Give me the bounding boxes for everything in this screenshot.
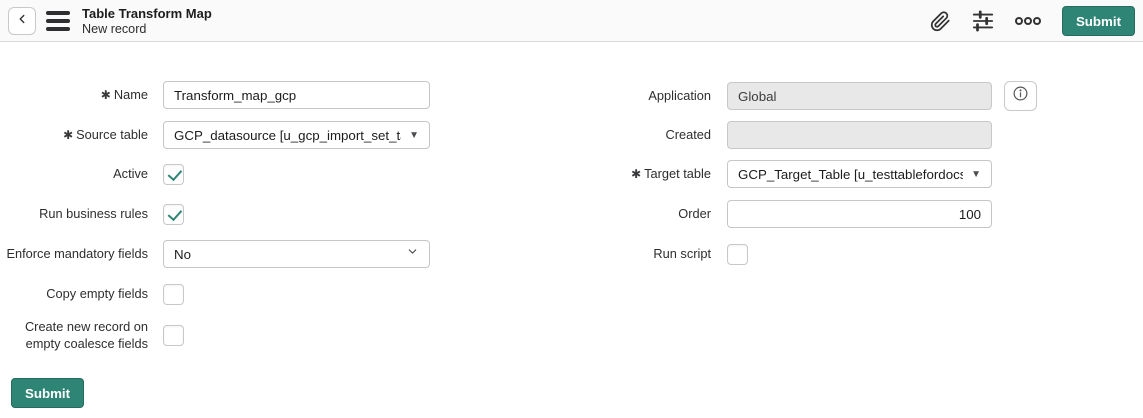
form-header: Table Transform Map New record Submit — [0, 0, 1143, 42]
mandatory-icon: ✱ — [63, 128, 73, 142]
chevron-left-icon — [15, 12, 29, 31]
field-row-source-table: ✱Source table GCP_datasource [u_gcp_impo… — [0, 121, 430, 149]
application-label: Application — [560, 87, 711, 104]
info-icon — [1012, 85, 1029, 107]
order-input[interactable] — [727, 200, 992, 228]
source-table-label: ✱Source table — [0, 126, 148, 143]
copy-empty-fields-checkbox[interactable] — [163, 284, 184, 305]
field-row-create-new-record: Create new record on empty coalesce fiel… — [0, 318, 184, 353]
active-checkbox[interactable] — [163, 164, 184, 185]
name-label: ✱Name — [0, 86, 148, 103]
context-menu-icon[interactable] — [46, 11, 70, 31]
table-transform-map-form: Table Transform Map New record Submit — [0, 0, 1143, 418]
submit-button-header[interactable]: Submit — [1062, 6, 1135, 36]
field-row-enforce-mandatory-fields: Enforce mandatory fields No — [0, 240, 430, 268]
copy-empty-fields-label: Copy empty fields — [0, 285, 148, 302]
application-input — [727, 82, 992, 110]
dropdown-arrow-icon: ▼ — [409, 130, 419, 141]
enforce-mandatory-fields-label: Enforce mandatory fields — [0, 245, 148, 262]
target-table-select[interactable]: GCP_Target_Table [u_testtablefordocs] ▼ — [727, 160, 992, 188]
dropdown-arrow-icon: ▼ — [971, 169, 981, 180]
mandatory-icon: ✱ — [631, 167, 641, 181]
source-table-select[interactable]: GCP_datasource [u_gcp_import_set_ta... ▼ — [163, 121, 430, 149]
field-row-copy-empty-fields: Copy empty fields — [0, 280, 184, 308]
submit-button-footer[interactable]: Submit — [11, 378, 84, 408]
header-actions: Submit — [930, 0, 1135, 42]
created-input — [727, 121, 992, 149]
field-row-name: ✱Name — [0, 81, 430, 109]
active-label: Active — [0, 165, 148, 182]
created-label: Created — [560, 126, 711, 143]
create-new-record-label: Create new record on empty coalesce fiel… — [0, 318, 148, 353]
run-business-rules-label: Run business rules — [0, 205, 148, 222]
field-row-active: Active — [0, 160, 184, 188]
enforce-mandatory-fields-select[interactable]: No — [163, 240, 430, 268]
name-input[interactable] — [163, 81, 430, 109]
target-table-label: ✱Target table — [560, 165, 711, 182]
page-subtitle: New record — [82, 22, 212, 37]
chevron-down-icon — [406, 245, 419, 263]
run-script-checkbox[interactable] — [727, 244, 748, 265]
target-table-value: GCP_Target_Table [u_testtablefordocs] — [738, 167, 963, 182]
field-row-created: Created — [560, 121, 992, 149]
application-info-button[interactable] — [1004, 81, 1037, 111]
enforce-mandatory-fields-value: No — [174, 247, 191, 262]
field-row-run-script: Run script — [560, 240, 748, 268]
attachment-paperclip-icon[interactable] — [930, 11, 951, 32]
more-options-icon[interactable] — [1015, 16, 1041, 26]
run-script-label: Run script — [560, 245, 711, 262]
mandatory-icon: ✱ — [101, 88, 111, 102]
source-table-value: GCP_datasource [u_gcp_import_set_ta... — [174, 128, 401, 143]
run-business-rules-checkbox[interactable] — [163, 204, 184, 225]
page-title: Table Transform Map — [82, 6, 212, 22]
header-title-block: Table Transform Map New record — [82, 6, 212, 37]
create-new-record-checkbox[interactable] — [163, 325, 184, 346]
personalize-form-sliders-icon[interactable] — [972, 10, 994, 32]
field-row-order: Order — [560, 200, 992, 228]
field-row-application: Application — [560, 81, 1037, 111]
field-row-run-business-rules: Run business rules — [0, 200, 184, 228]
back-button[interactable] — [8, 7, 36, 35]
footer: Submit — [11, 378, 84, 408]
field-row-target-table: ✱Target table GCP_Target_Table [u_testta… — [560, 160, 992, 188]
order-label: Order — [560, 205, 711, 222]
